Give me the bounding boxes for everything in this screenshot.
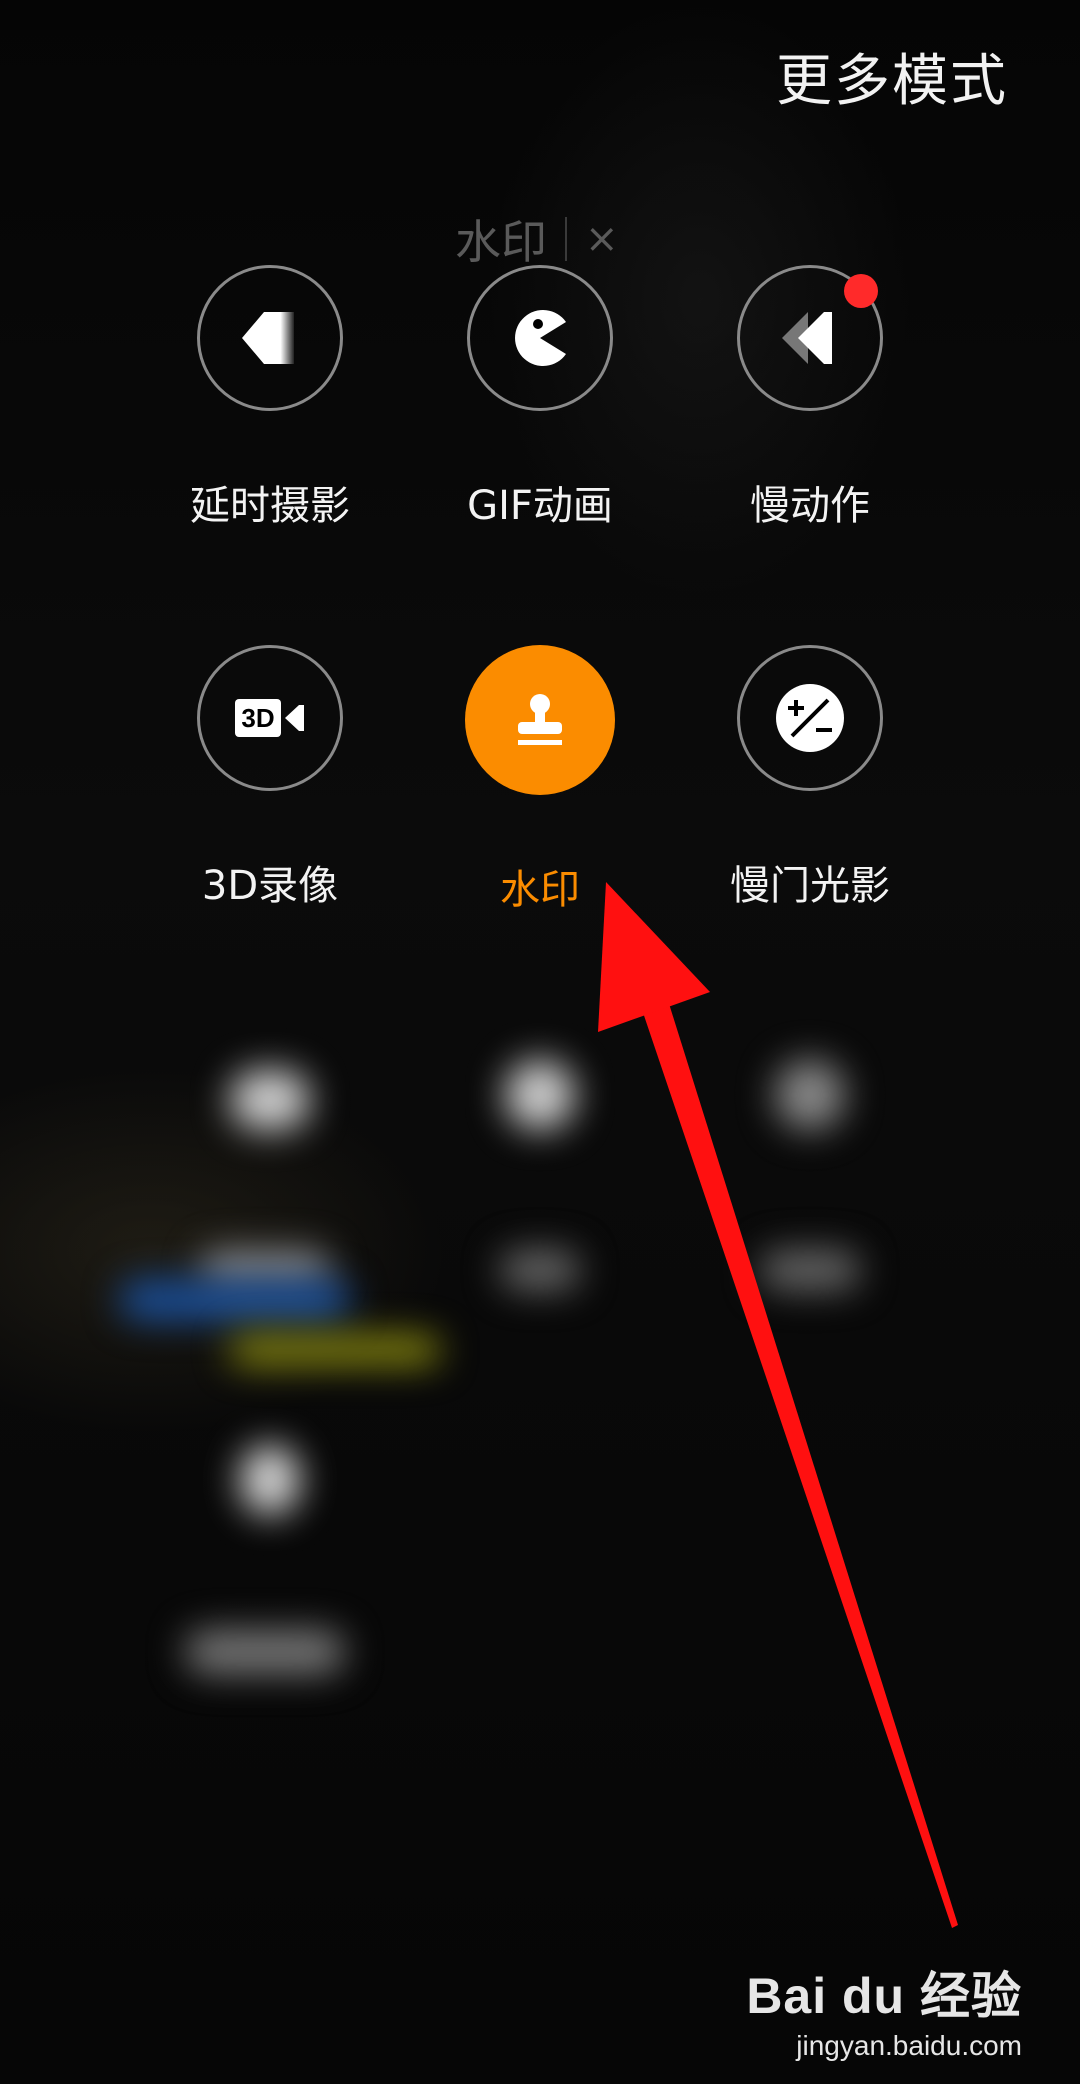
arrow-shaft <box>632 975 958 1928</box>
watermark-brand: Bai du 经验 <box>746 1968 1022 2024</box>
annotation-arrow <box>598 882 958 1928</box>
watermark-url: jingyan.baidu.com <box>796 2030 1022 2061</box>
arrow-head <box>598 882 710 1032</box>
baidu-jingyan-watermark: Bai du 经验 jingyan.baidu.com <box>746 1956 1022 2062</box>
